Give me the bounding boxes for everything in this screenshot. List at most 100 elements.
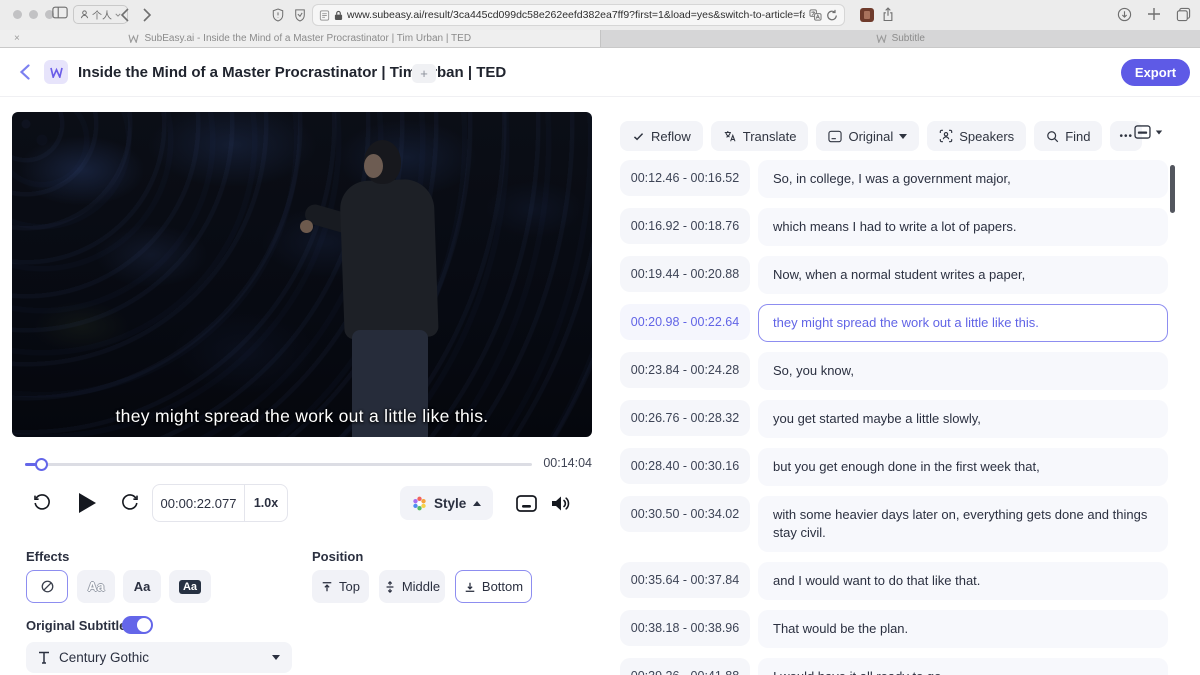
subtitle-text[interactable]: So, you know, [758, 352, 1168, 390]
original-button[interactable]: Original [816, 121, 919, 151]
effect-plain-button[interactable]: Aa [123, 570, 161, 603]
seek-bar[interactable] [25, 463, 532, 466]
subtitle-timestamp[interactable]: 00:28.40 - 00:30.16 [620, 448, 750, 484]
subtitle-row[interactable]: 00:28.40 - 00:30.16 but you get enough d… [620, 448, 1168, 486]
privacy-shield-icon[interactable] [272, 8, 284, 22]
subtitle-row[interactable]: 00:19.44 - 00:20.88 Now, when a normal s… [620, 256, 1168, 294]
page-icon [319, 10, 330, 21]
forward-icon[interactable] [143, 8, 152, 22]
position-top-button[interactable]: Top [312, 570, 369, 603]
layout-icon [1134, 125, 1151, 139]
subtitle-text[interactable]: you get started maybe a little slowly, [758, 400, 1168, 438]
subtitle-timestamp[interactable]: 00:19.44 - 00:20.88 [620, 256, 750, 292]
forward-button[interactable] [120, 485, 140, 521]
ban-icon [40, 579, 55, 594]
find-button[interactable]: Find [1034, 121, 1102, 151]
subtitle-text[interactable]: Now, when a normal student writes a pape… [758, 256, 1168, 294]
subtitle-text[interactable]: I would have it all ready to go, [758, 658, 1168, 675]
seek-bar-handle[interactable] [35, 458, 48, 471]
font-name: Century Gothic [59, 650, 149, 665]
subtitle-text[interactable]: with some heavier days later on, everyth… [758, 496, 1168, 552]
window-controls[interactable] [13, 10, 54, 19]
subtitle-text[interactable]: they might spread the work out a little … [758, 304, 1168, 342]
subtitle-overlay: they might spread the work out a little … [12, 406, 592, 427]
address-bar[interactable]: www.subeasy.ai/result/3ca445cd099dc58e26… [312, 4, 845, 26]
video-player[interactable]: they might spread the work out a little … [12, 112, 592, 437]
subtitle-row[interactable]: 00:12.46 - 00:16.52 So, in college, I wa… [620, 160, 1168, 198]
subtitle-timestamp[interactable]: 00:26.76 - 00:28.32 [620, 400, 750, 436]
original-subtitles-toggle[interactable] [122, 616, 153, 634]
tab-active[interactable]: × SubEasy.ai - Inside the Mind of a Mast… [0, 30, 600, 47]
subeasy-favicon [128, 34, 139, 43]
reflow-button[interactable]: Reflow [620, 121, 703, 151]
subtitle-timestamp[interactable]: 00:30.50 - 00:34.02 [620, 496, 750, 532]
subeasy-logo-icon [44, 60, 68, 84]
time-display[interactable]: 00:00:22.077 1.0x [152, 484, 288, 522]
position-label: Position [312, 549, 363, 564]
align-top-icon [321, 581, 333, 593]
speakers-button[interactable]: Speakers [927, 121, 1026, 151]
subtitle-text[interactable]: So, in college, I was a government major… [758, 160, 1168, 198]
font-select[interactable]: Century Gothic [26, 642, 292, 673]
play-button[interactable] [76, 485, 98, 521]
subtitle-timestamp[interactable]: 00:35.64 - 00:37.84 [620, 562, 750, 598]
video-duration: 00:14:04 [538, 456, 592, 470]
extension-icon[interactable] [860, 8, 874, 22]
subtitle-row[interactable]: 00:39.26 - 00:41.88 I would have it all … [620, 658, 1168, 675]
subtitle-row[interactable]: 00:23.84 - 00:24.28 So, you know, [620, 352, 1168, 390]
main-content: they might spread the work out a little … [0, 97, 1200, 675]
subeasy-favicon [876, 34, 887, 43]
position-bottom-button[interactable]: Bottom [455, 570, 532, 603]
tab-title: SubEasy.ai - Inside the Mind of a Master… [144, 33, 471, 44]
subtitle-view-icon[interactable] [516, 485, 537, 521]
subtitle-timestamp[interactable]: 00:38.18 - 00:38.96 [620, 610, 750, 646]
position-middle-button[interactable]: Middle [379, 570, 445, 603]
list-scrollbar[interactable] [1170, 165, 1175, 213]
back-icon[interactable] [120, 8, 129, 22]
rewind-button[interactable] [32, 485, 52, 521]
subtitle-text[interactable]: which means I had to write a lot of pape… [758, 208, 1168, 246]
effect-none-button[interactable] [26, 570, 68, 603]
close-window-icon[interactable] [13, 10, 22, 19]
current-time[interactable]: 00:00:22.077 [153, 496, 244, 511]
back-button[interactable] [14, 62, 34, 82]
caret-up-icon [473, 501, 481, 506]
minimize-window-icon[interactable] [29, 10, 38, 19]
subtitle-timestamp[interactable]: 00:39.26 - 00:41.88 [620, 658, 750, 675]
subtitle-row[interactable]: 00:38.18 - 00:38.96 That would be the pl… [620, 610, 1168, 648]
style-flower-icon [412, 496, 427, 511]
subtitle-row[interactable]: 00:26.76 - 00:28.32 you get started mayb… [620, 400, 1168, 438]
export-button[interactable]: Export [1121, 59, 1190, 86]
sidebar-icon[interactable] [52, 6, 68, 19]
subtitle-row[interactable]: 00:30.50 - 00:34.02 with some heavier da… [620, 496, 1168, 552]
effect-boxed-button[interactable]: Aa [169, 570, 211, 603]
subtitle-row[interactable]: 00:20.98 - 00:22.64 they might spread th… [620, 304, 1168, 342]
subtitle-timestamp[interactable]: 00:16.92 - 00:18.76 [620, 208, 750, 244]
subtitle-row[interactable]: 00:16.92 - 00:18.76 which means I had to… [620, 208, 1168, 246]
close-tab-icon[interactable]: × [14, 33, 20, 44]
subtitle-text[interactable]: That would be the plan. [758, 610, 1168, 648]
app-header: Inside the Mind of a Master Procrastinat… [0, 48, 1200, 97]
add-button[interactable]: + [412, 64, 436, 83]
share-icon[interactable] [882, 7, 894, 22]
subtitle-row[interactable]: 00:35.64 - 00:37.84 and I would want to … [620, 562, 1168, 600]
downloads-icon[interactable] [1117, 7, 1132, 22]
translate-button[interactable]: Translate [711, 121, 809, 151]
volume-icon[interactable] [550, 485, 571, 521]
translate-page-icon[interactable] [809, 9, 822, 21]
subtitle-timestamp[interactable]: 00:23.84 - 00:24.28 [620, 352, 750, 388]
effect-outline-button[interactable]: Aa [77, 570, 115, 603]
playback-speed[interactable]: 1.0x [245, 496, 287, 510]
layout-toggle-button[interactable] [1134, 125, 1163, 139]
style-button[interactable]: Style [400, 486, 493, 520]
new-tab-icon[interactable] [1147, 7, 1161, 21]
subtitle-timestamp[interactable]: 00:20.98 - 00:22.64 [620, 304, 750, 340]
tab-overview-icon[interactable] [1176, 7, 1191, 22]
subtitle-text[interactable]: but you get enough done in the first wee… [758, 448, 1168, 486]
tab-subtitle[interactable]: Subtitle [600, 30, 1200, 47]
subtitle-timestamp[interactable]: 00:12.46 - 00:16.52 [620, 160, 750, 196]
reload-icon[interactable] [826, 9, 838, 22]
extension-shield-icon[interactable] [294, 8, 306, 22]
align-middle-icon [384, 581, 396, 593]
subtitle-text[interactable]: and I would want to do that like that. [758, 562, 1168, 600]
